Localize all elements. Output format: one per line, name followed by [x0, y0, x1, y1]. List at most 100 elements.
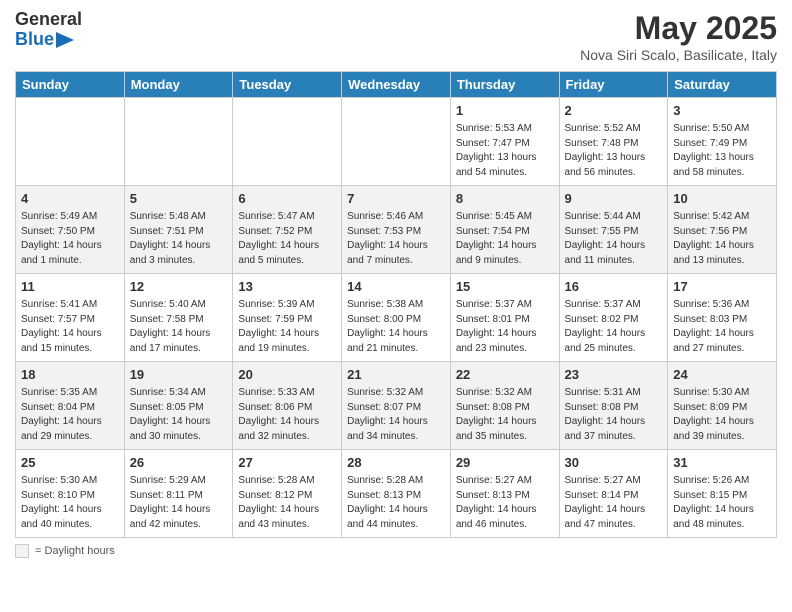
- table-row: 13 Sunrise: 5:39 AM Sunset: 7:59 PM Dayli…: [233, 274, 342, 362]
- table-row: 31 Sunrise: 5:26 AM Sunset: 8:15 PM Dayli…: [668, 450, 777, 538]
- day-info: Sunrise: 5:30 AM Sunset: 8:10 PM Dayligh…: [21, 474, 119, 532]
- day-info: Sunrise: 5:36 AM Sunset: 8:03 PM Dayligh…: [673, 298, 771, 356]
- day-info: Sunrise: 5:32 AM Sunset: 8:08 PM Dayligh…: [456, 386, 554, 444]
- day-info: Sunrise: 5:39 AM Sunset: 7:59 PM Dayligh…: [238, 298, 336, 356]
- calendar-header-row: Sunday Monday Tuesday Wednesday Thursday…: [16, 72, 777, 98]
- col-monday: Monday: [124, 72, 233, 98]
- header: General Blue May 2025 Nova Siri Scalo, B…: [15, 10, 777, 63]
- logo-general: General: [15, 10, 82, 30]
- day-info: Sunrise: 5:32 AM Sunset: 8:07 PM Dayligh…: [347, 386, 445, 444]
- day-info: Sunrise: 5:34 AM Sunset: 8:05 PM Dayligh…: [130, 386, 228, 444]
- day-info: Sunrise: 5:49 AM Sunset: 7:50 PM Dayligh…: [21, 210, 119, 268]
- day-info: Sunrise: 5:27 AM Sunset: 8:14 PM Dayligh…: [565, 474, 663, 532]
- month-title: May 2025: [580, 10, 777, 47]
- day-info: Sunrise: 5:27 AM Sunset: 8:13 PM Dayligh…: [456, 474, 554, 532]
- table-row: 29Sunrise: 5:27 AM Sunset: 8:13 PM Dayli…: [450, 450, 559, 538]
- table-row: 24 Sunrise: 5:30 AM Sunset: 8:09 PM Dayli…: [668, 362, 777, 450]
- calendar-week-row: 18 Sunrise: 5:35 AM Sunset: 8:04 PM Dayli…: [16, 362, 777, 450]
- day-number: 4: [21, 190, 119, 208]
- table-row: 7 Sunrise: 5:46 AM Sunset: 7:53 PM Daylig…: [342, 186, 451, 274]
- day-info: Sunrise: 5:50 AM Sunset: 7:49 PM Dayligh…: [673, 122, 771, 180]
- day-info: Sunrise: 5:53 AM Sunset: 7:47 PM Dayligh…: [456, 122, 554, 180]
- table-row: 17 Sunrise: 5:36 AM Sunset: 8:03 PM Dayli…: [668, 274, 777, 362]
- calendar-table: Sunday Monday Tuesday Wednesday Thursday…: [15, 71, 777, 538]
- day-number: 19: [130, 366, 228, 384]
- day-number: 25: [21, 454, 119, 472]
- logo-blue: Blue: [15, 30, 54, 50]
- table-row: 18 Sunrise: 5:35 AM Sunset: 8:04 PM Dayli…: [16, 362, 125, 450]
- day-info: Sunrise: 5:28 AM Sunset: 8:12 PM Dayligh…: [238, 474, 336, 532]
- table-row: 3 Sunrise: 5:50 AM Sunset: 7:49 PM Daylig…: [668, 98, 777, 186]
- day-info: Sunrise: 5:31 AM Sunset: 8:08 PM Dayligh…: [565, 386, 663, 444]
- day-number: 16: [565, 278, 663, 296]
- table-row: 20Sunrise: 5:33 AM Sunset: 8:06 PM Dayli…: [233, 362, 342, 450]
- table-row: 28Sunrise: 5:28 AM Sunset: 8:13 PM Dayli…: [342, 450, 451, 538]
- day-number: 5: [130, 190, 228, 208]
- table-row: 1 Sunrise: 5:53 AM Sunset: 7:47 PM Daylig…: [450, 98, 559, 186]
- table-row: 23 Sunrise: 5:31 AM Sunset: 8:08 PM Dayli…: [559, 362, 668, 450]
- day-info: Sunrise: 5:37 AM Sunset: 8:02 PM Dayligh…: [565, 298, 663, 356]
- day-number: 23: [565, 366, 663, 384]
- col-wednesday: Wednesday: [342, 72, 451, 98]
- day-number: 27: [238, 454, 336, 472]
- legend-label: = Daylight hours: [35, 545, 115, 557]
- calendar-week-row: 4 Sunrise: 5:49 AM Sunset: 7:50 PM Daylig…: [16, 186, 777, 274]
- day-info: Sunrise: 5:52 AM Sunset: 7:48 PM Dayligh…: [565, 122, 663, 180]
- table-row: 16 Sunrise: 5:37 AM Sunset: 8:02 PM Dayli…: [559, 274, 668, 362]
- day-number: 13: [238, 278, 336, 296]
- col-tuesday: Tuesday: [233, 72, 342, 98]
- day-number: 28: [347, 454, 445, 472]
- legend-box: [15, 544, 29, 558]
- day-number: 14: [347, 278, 445, 296]
- table-row: 10 Sunrise: 5:42 AM Sunset: 7:56 PM Dayli…: [668, 186, 777, 274]
- day-number: 22: [456, 366, 554, 384]
- day-info: Sunrise: 5:26 AM Sunset: 8:15 PM Dayligh…: [673, 474, 771, 532]
- table-row: 21Sunrise: 5:32 AM Sunset: 8:07 PM Dayli…: [342, 362, 451, 450]
- table-row: 27 Sunrise: 5:28 AM Sunset: 8:12 PM Dayli…: [233, 450, 342, 538]
- day-number: 24: [673, 366, 771, 384]
- table-row: 19 Sunrise: 5:34 AM Sunset: 8:05 PM Dayli…: [124, 362, 233, 450]
- day-info: Sunrise: 5:44 AM Sunset: 7:55 PM Dayligh…: [565, 210, 663, 268]
- day-info: Sunrise: 5:42 AM Sunset: 7:56 PM Dayligh…: [673, 210, 771, 268]
- legend: = Daylight hours: [15, 544, 777, 558]
- day-number: 17: [673, 278, 771, 296]
- calendar-week-row: 1 Sunrise: 5:53 AM Sunset: 7:47 PM Daylig…: [16, 98, 777, 186]
- day-info: Sunrise: 5:41 AM Sunset: 7:57 PM Dayligh…: [21, 298, 119, 356]
- table-row: 11 Sunrise: 5:41 AM Sunset: 7:57 PM Dayli…: [16, 274, 125, 362]
- day-info: Sunrise: 5:30 AM Sunset: 8:09 PM Dayligh…: [673, 386, 771, 444]
- table-row: 22 Sunrise: 5:32 AM Sunset: 8:08 PM Dayli…: [450, 362, 559, 450]
- day-number: 11: [21, 278, 119, 296]
- calendar-week-row: 11 Sunrise: 5:41 AM Sunset: 7:57 PM Dayli…: [16, 274, 777, 362]
- day-number: 2: [565, 102, 663, 120]
- logo: General Blue: [15, 10, 82, 50]
- day-info: Sunrise: 5:46 AM Sunset: 7:53 PM Dayligh…: [347, 210, 445, 268]
- page-container: General Blue May 2025 Nova Siri Scalo, B…: [0, 0, 792, 568]
- table-row: 15Sunrise: 5:37 AM Sunset: 8:01 PM Dayli…: [450, 274, 559, 362]
- day-number: 10: [673, 190, 771, 208]
- location-title: Nova Siri Scalo, Basilicate, Italy: [580, 47, 777, 63]
- table-row: 14Sunrise: 5:38 AM Sunset: 8:00 PM Dayli…: [342, 274, 451, 362]
- day-number: 18: [21, 366, 119, 384]
- table-row: 8Sunrise: 5:45 AM Sunset: 7:54 PM Daylig…: [450, 186, 559, 274]
- day-number: 7: [347, 190, 445, 208]
- table-row: 4 Sunrise: 5:49 AM Sunset: 7:50 PM Daylig…: [16, 186, 125, 274]
- title-section: May 2025 Nova Siri Scalo, Basilicate, It…: [580, 10, 777, 63]
- day-info: Sunrise: 5:29 AM Sunset: 8:11 PM Dayligh…: [130, 474, 228, 532]
- table-row: [342, 98, 451, 186]
- col-friday: Friday: [559, 72, 668, 98]
- day-number: 20: [238, 366, 336, 384]
- day-number: 31: [673, 454, 771, 472]
- day-number: 3: [673, 102, 771, 120]
- day-number: 8: [456, 190, 554, 208]
- table-row: [233, 98, 342, 186]
- day-info: Sunrise: 5:35 AM Sunset: 8:04 PM Dayligh…: [21, 386, 119, 444]
- table-row: 5Sunrise: 5:48 AM Sunset: 7:51 PM Daylig…: [124, 186, 233, 274]
- col-thursday: Thursday: [450, 72, 559, 98]
- calendar-week-row: 25 Sunrise: 5:30 AM Sunset: 8:10 PM Dayli…: [16, 450, 777, 538]
- day-number: 1: [456, 102, 554, 120]
- table-row: [16, 98, 125, 186]
- day-number: 9: [565, 190, 663, 208]
- day-number: 12: [130, 278, 228, 296]
- table-row: 9 Sunrise: 5:44 AM Sunset: 7:55 PM Daylig…: [559, 186, 668, 274]
- day-info: Sunrise: 5:37 AM Sunset: 8:01 PM Dayligh…: [456, 298, 554, 356]
